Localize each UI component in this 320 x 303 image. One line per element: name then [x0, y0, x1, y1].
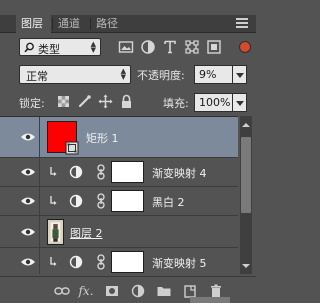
- layers-list: 矩形 1 渐变映射 4 黑白 2 图层 2 渐变映射 5: [0, 116, 238, 274]
- adjustment-layer-icon: [69, 194, 83, 208]
- chevron-down-icon: [236, 73, 244, 78]
- adjustment-layer-icon: [69, 255, 83, 269]
- filter-kind-select[interactable]: 类型 ▲ ▼: [19, 38, 101, 56]
- layer-row-gradient-map-4[interactable]: 渐变映射 4: [0, 158, 238, 187]
- shape-layer-badge-icon: [65, 141, 79, 155]
- layers-panel: 图层 通道 路径 类型 ▲ ▼ 正常 ▲ ▼ 不透明度: 9% 锁定: 填充: …: [0, 0, 256, 303]
- opacity-label: 不透明度:: [137, 69, 185, 82]
- opacity-value: 9%: [199, 68, 217, 81]
- layer-name[interactable]: 渐变映射 4: [152, 165, 207, 181]
- adjustment-layer-icon: [69, 165, 83, 179]
- select-arrows-icon: ▲ ▼: [120, 67, 126, 81]
- lock-label: 锁定:: [19, 97, 45, 110]
- tab-paths[interactable]: 路径: [91, 15, 127, 33]
- clipping-arrow-icon: [50, 167, 57, 176]
- layer-name[interactable]: 渐变映射 5: [152, 255, 207, 271]
- link-layers-icon[interactable]: [54, 283, 70, 299]
- search-icon: [24, 42, 34, 53]
- layer-mask-thumbnail[interactable]: [111, 190, 144, 212]
- clipping-arrow-icon: [50, 196, 57, 205]
- lock-image-pixels-icon[interactable]: [77, 94, 92, 109]
- eye-icon[interactable]: [20, 167, 36, 177]
- filter-toggle-icon[interactable]: [239, 41, 251, 53]
- clipping-arrow-icon: [50, 257, 57, 266]
- adjustment-filter-icon[interactable]: [140, 39, 156, 55]
- scroll-up-icon[interactable]: [240, 120, 252, 130]
- lock-transparent-pixels-icon[interactable]: [56, 94, 71, 109]
- layer-row-gradient-map-5[interactable]: 渐变映射 5: [0, 248, 238, 274]
- tab-layers[interactable]: 图层: [16, 15, 51, 33]
- new-group-folder-icon[interactable]: [156, 283, 172, 299]
- blend-mode-value: 正常: [26, 70, 48, 83]
- fill-label: 填充:: [163, 97, 189, 110]
- status-strip: [190, 297, 230, 303]
- panel-tab-bar: 图层 通道 路径: [0, 15, 256, 33]
- layer-row-black-white-2[interactable]: 黑白 2: [0, 187, 238, 216]
- scrollbar-thumb[interactable]: [241, 137, 251, 213]
- eye-icon[interactable]: [20, 257, 36, 267]
- panel-menu-icon[interactable]: [236, 18, 248, 30]
- chain-link-icon[interactable]: [96, 164, 106, 180]
- layer-thumbnail-shape[interactable]: [47, 121, 79, 155]
- chain-link-icon[interactable]: [96, 254, 106, 270]
- fill-value: 100%: [199, 96, 231, 109]
- filter-kind-label: 类型: [38, 43, 60, 56]
- layer-name[interactable]: 黑白 2: [152, 194, 185, 210]
- opacity-dropdown-button[interactable]: [232, 65, 247, 84]
- layer-name[interactable]: 矩形 1: [86, 130, 119, 146]
- blend-mode-select[interactable]: 正常 ▲ ▼: [19, 65, 131, 84]
- select-arrows-icon: ▲ ▼: [90, 40, 96, 54]
- scroll-down-icon[interactable]: [240, 261, 252, 271]
- layer-thumbnail-photo[interactable]: [47, 219, 64, 245]
- fill-input[interactable]: 100%: [194, 93, 232, 112]
- eye-icon[interactable]: [20, 132, 36, 142]
- eye-icon[interactable]: [20, 227, 36, 237]
- chain-link-icon[interactable]: [96, 193, 106, 209]
- lock-position-icon[interactable]: [98, 94, 113, 109]
- eye-icon[interactable]: [20, 196, 36, 206]
- shape-filter-icon[interactable]: [184, 39, 200, 55]
- layer-name[interactable]: 图层 2: [70, 225, 103, 241]
- layer-mask-thumbnail[interactable]: [111, 251, 144, 273]
- tab-channels[interactable]: 通道: [53, 15, 89, 33]
- lock-all-icon[interactable]: [119, 94, 134, 109]
- layer-style-fx-icon[interactable]: fx.: [78, 283, 94, 299]
- add-mask-icon[interactable]: [104, 283, 120, 299]
- fill-dropdown-button[interactable]: [232, 93, 247, 112]
- layer-row-shape[interactable]: 矩形 1: [0, 117, 238, 158]
- layer-row-pixel-2[interactable]: 图层 2: [0, 216, 238, 248]
- layer-mask-thumbnail[interactable]: [111, 161, 144, 183]
- chevron-down-icon: [236, 101, 244, 106]
- type-filter-icon[interactable]: [162, 39, 178, 55]
- new-adjustment-layer-icon[interactable]: [130, 283, 146, 299]
- opacity-input[interactable]: 9%: [194, 65, 232, 84]
- smart-object-filter-icon[interactable]: [206, 39, 222, 55]
- image-filter-icon[interactable]: [118, 39, 134, 55]
